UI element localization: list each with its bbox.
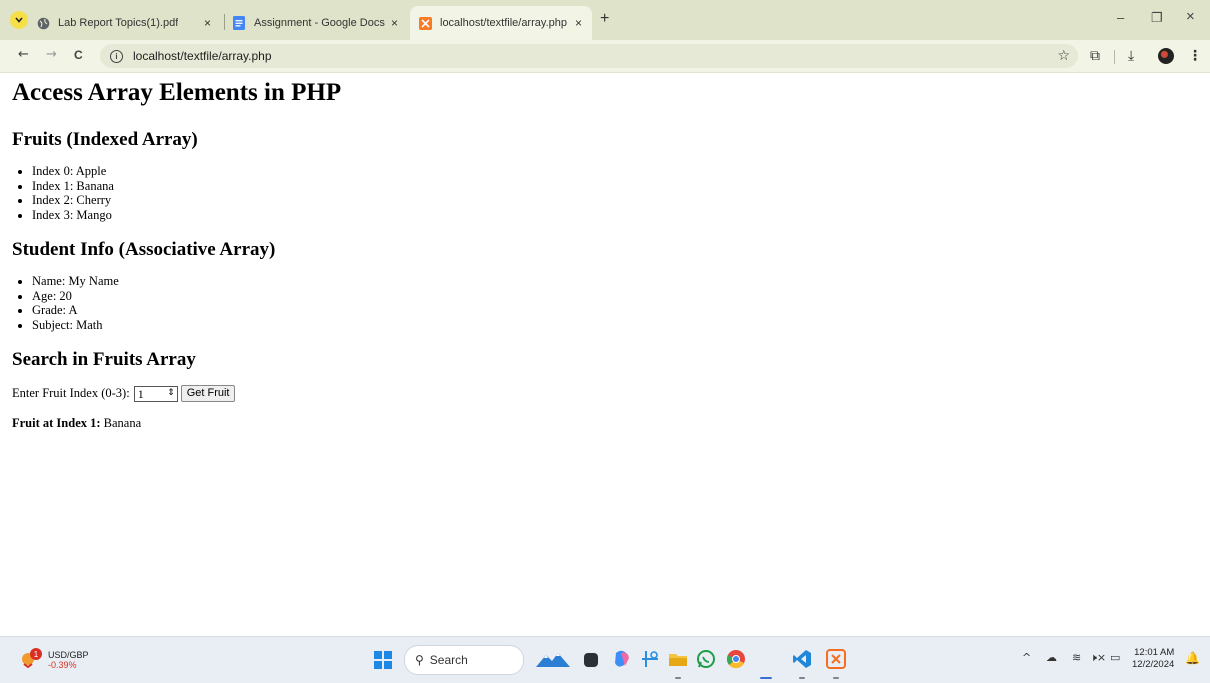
vscode-icon[interactable] [792,649,812,669]
taskbar-search[interactable]: ⚲ Search [404,645,524,675]
windows-start-icon[interactable] [374,651,392,669]
address-bar[interactable]: i localhost/textfile/array.php ☆ [100,44,1078,68]
globe-icon [36,16,50,30]
speaker-muted-icon[interactable]: 🕨× [1090,651,1106,665]
show-hidden-icons-chevron[interactable]: ^ [1022,651,1031,664]
student-heading: Student Info (Associative Array) [12,239,276,260]
network-cloud-icon[interactable]: ☁ [1046,651,1057,664]
tab-google-docs[interactable]: Assignment - Google Docs × [232,6,408,40]
list-item: Grade: A [32,303,119,318]
forward-button[interactable]: → [46,47,57,62]
fruits-list: Index 0: Apple Index 1: Banana Index 2: … [12,164,114,222]
tab-title: Lab Report Topics(1).pdf [58,17,179,29]
page-content: Access Array Elements in PHP Fruits (Ind… [12,78,1192,430]
file-explorer-icon[interactable] [668,649,688,669]
tab-divider [224,14,225,30]
clock[interactable]: 12:01 AM 12/2/2024 [1132,647,1174,671]
student-list: Name: My Name Age: 20 Grade: A Subject: … [12,274,119,332]
spinner-arrows-icon[interactable]: ⇕ [167,388,175,398]
windows-taskbar: 1 USD/GBP -0.39% ⚲ Search ^ ☁ ≋ 🕨× ▭ 12:… [0,636,1210,683]
tab-strip: Lab Report Topics(1).pdf × Assignment - … [0,0,1210,40]
menu-icon[interactable]: ⋮ [1188,48,1202,64]
download-icon[interactable]: ⤓ [1128,48,1134,64]
mountain-landscape-icon[interactable] [536,649,570,669]
clock-date: 12/2/2024 [1132,659,1175,670]
notification-bell-icon[interactable]: 🔔 [1185,651,1200,665]
result-value: Banana [103,416,142,430]
ticker-change: -0.39% [48,660,77,670]
active-indicator [760,677,772,679]
url-text[interactable]: localhost/textfile/array.php [133,49,272,63]
fruit-index-label: Enter Fruit Index (0-3): [12,386,130,400]
snipping-tool-icon[interactable] [640,649,660,669]
result-label: Fruit at Index 1: [12,416,101,430]
page-title: Access Array Elements in PHP [12,79,342,106]
list-item: Age: 20 [32,289,119,304]
copilot-icon[interactable] [612,649,632,669]
running-indicator [833,677,839,679]
list-item: Index 2: Cherry [32,193,114,208]
tab-title: localhost/textfile/array.php [440,17,567,29]
whatsapp-icon[interactable] [696,649,716,669]
search-placeholder: Search [429,653,468,667]
tab-array-php[interactable]: localhost/textfile/array.php × [410,6,592,40]
list-item: Index 3: Mango [32,208,114,223]
list-item: Subject: Math [32,318,119,333]
reload-button[interactable]: C [74,48,83,62]
toolbar-divider [1114,50,1115,64]
new-tab-button[interactable]: + [600,11,609,27]
chrome-icon[interactable] [726,649,746,669]
close-window-button[interactable]: × [1186,8,1195,25]
get-fruit-button[interactable]: Get Fruit [180,385,236,402]
profile-avatar[interactable] [1158,48,1174,64]
currency-widget[interactable]: 1 USD/GBP -0.39% [22,648,89,670]
close-tab-icon[interactable]: × [204,16,211,30]
task-view-icon[interactable] [584,653,598,667]
browser-toolbar: ← → C i localhost/textfile/array.php ☆ ⧉… [0,40,1210,73]
currency-chart-icon: 1 [22,648,42,669]
fruits-heading: Fruits (Indexed Array) [12,129,198,150]
clock-time: 12:01 AM [1134,647,1175,658]
battery-icon[interactable]: ▭ [1110,651,1120,664]
xampp-icon [418,16,432,30]
fruit-index-value[interactable]: 1 [138,387,144,401]
google-docs-icon [232,16,246,30]
tab-title: Assignment - Google Docs [254,17,385,29]
bookmark-star-icon[interactable]: ☆ [1057,48,1070,64]
search-heading: Search in Fruits Array [12,349,196,370]
list-item: Index 0: Apple [32,164,114,179]
chevron-down-icon [15,17,23,23]
restore-button[interactable]: ❐ [1151,10,1163,26]
running-indicator [799,677,805,679]
back-button[interactable]: ← [18,47,29,62]
ticker-name: USD/GBP [48,650,89,660]
close-tab-icon[interactable]: × [391,16,398,30]
list-item: Index 1: Banana [32,179,114,194]
running-indicator [675,677,681,679]
extensions-icon[interactable]: ⧉ [1090,48,1100,64]
notification-badge: 1 [30,648,42,660]
tab-search-button[interactable] [10,11,28,29]
search-icon: ⚲ [415,653,424,667]
list-item: Name: My Name [32,274,119,289]
fruit-index-input[interactable]: 1 ⇕ [133,385,178,402]
xampp-icon[interactable] [826,649,846,669]
search-result: Fruit at Index 1: Banana [12,416,141,431]
minimize-button[interactable]: – [1117,10,1124,25]
site-info-icon[interactable]: i [110,49,123,63]
wifi-icon[interactable]: ≋ [1072,651,1081,664]
tab-lab-report[interactable]: Lab Report Topics(1).pdf × [36,6,221,40]
search-form: Enter Fruit Index (0-3): 1 ⇕ Get Fruit [12,385,236,402]
close-tab-icon[interactable]: × [575,16,582,30]
